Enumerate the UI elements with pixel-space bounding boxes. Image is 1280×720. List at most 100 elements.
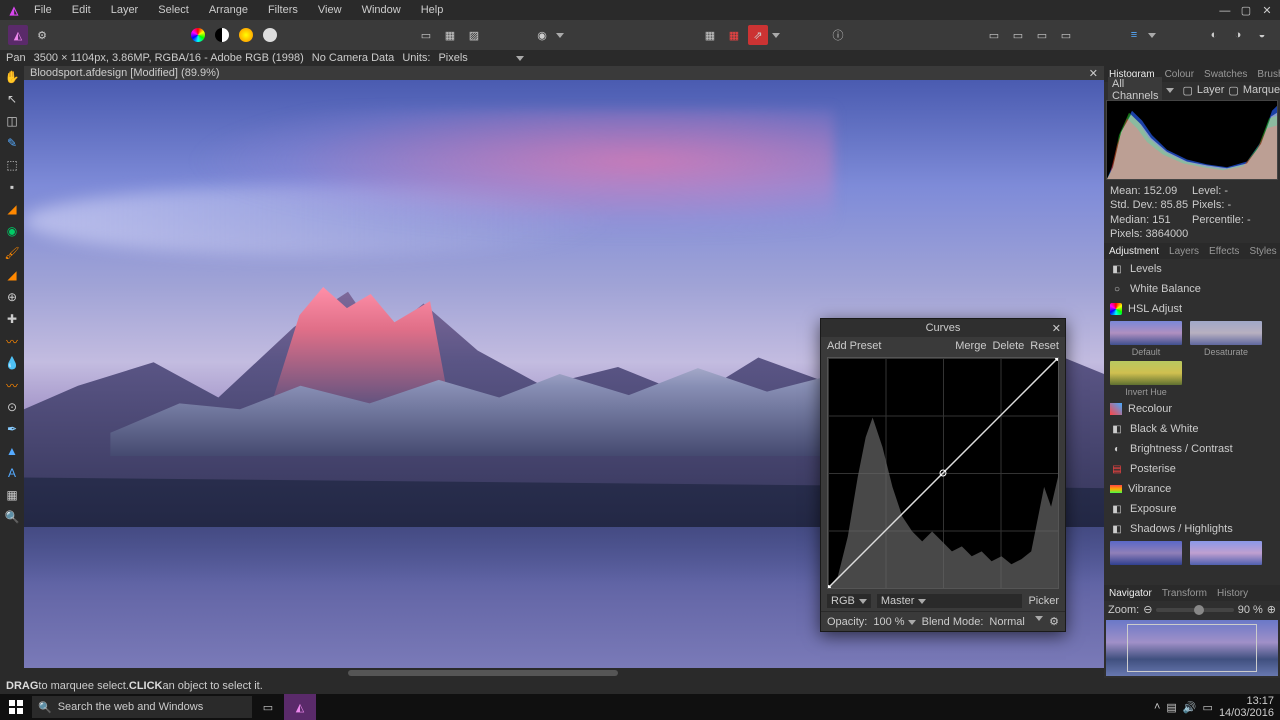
menu-file[interactable]: File [24, 4, 62, 16]
sel-rect-icon[interactable]: ▭ [416, 25, 436, 45]
units-value[interactable]: Pixels [438, 52, 467, 64]
gear-icon[interactable]: ⚙ [1049, 615, 1059, 628]
arrange1-icon[interactable]: ▭ [984, 25, 1004, 45]
curves-graph[interactable] [827, 357, 1059, 589]
curves-delete[interactable]: Delete [992, 340, 1024, 352]
tool-dodge[interactable]: 〰 [3, 332, 21, 350]
tab-navigator[interactable]: Navigator [1104, 588, 1157, 599]
tray-vol-icon[interactable]: 🔊 [1183, 701, 1197, 714]
tool-erase[interactable]: ◢ [3, 266, 21, 284]
dropdown-icon[interactable] [1148, 33, 1156, 38]
snap3-icon[interactable]: ⇗ [748, 25, 768, 45]
tool-mesh[interactable]: ▦ [3, 486, 21, 504]
tab-adjustment[interactable]: Adjustment [1104, 246, 1164, 257]
dropdown-icon[interactable] [772, 33, 780, 38]
taskbar-clock[interactable]: 13:17 14/03/2016 [1219, 695, 1274, 719]
menu-edit[interactable]: Edit [62, 4, 101, 16]
opt-marquee[interactable]: Marquee [1243, 84, 1280, 96]
snap2-icon[interactable]: ▦ [724, 25, 744, 45]
tool-crop[interactable]: ◫ [3, 112, 21, 130]
curves-add-preset[interactable]: Add Preset [827, 340, 881, 352]
window-max-icon[interactable]: ▢ [1237, 4, 1255, 17]
tab-close-icon[interactable]: ✕ [1089, 67, 1098, 80]
taskbar-app-affinity[interactable]: ◭ [284, 694, 316, 720]
persona-liquify[interactable]: ⚙ [32, 25, 52, 45]
persona-photo[interactable]: ◭ [8, 25, 28, 45]
adj-levels[interactable]: ◧Levels [1104, 259, 1280, 279]
menu-select[interactable]: Select [148, 4, 199, 16]
curves-dialog[interactable]: Curves ✕ Add Preset Merge Delete Reset R… [820, 318, 1066, 632]
adj-posterise[interactable]: ▤Posterise [1104, 459, 1280, 479]
tab-transform[interactable]: Transform [1157, 588, 1212, 599]
blend-mode-select[interactable]: Normal [989, 616, 1043, 628]
preset-inverthue[interactable]: Invert Hue [1108, 361, 1184, 397]
curves-close-icon[interactable]: ✕ [1052, 322, 1061, 335]
adj-wb[interactable]: ○White Balance [1104, 279, 1280, 299]
dropdown-icon[interactable] [556, 33, 564, 38]
navigator-thumb[interactable] [1106, 620, 1278, 676]
snap1-icon[interactable]: ▦ [700, 25, 720, 45]
curves-titlebar[interactable]: Curves ✕ [821, 319, 1065, 337]
tool-heal[interactable]: ✚ [3, 310, 21, 328]
zoom-value[interactable]: 90 % [1238, 604, 1263, 616]
window-min-icon[interactable]: — [1216, 5, 1234, 17]
preset-default[interactable]: Default [1108, 321, 1184, 357]
bw-icon[interactable] [212, 25, 232, 45]
tool-sponge[interactable]: 〰 [3, 376, 21, 394]
tool-selection-brush[interactable]: ✎ [3, 134, 21, 152]
preset-sh-2[interactable] [1188, 541, 1264, 565]
curves-channel-select[interactable]: RGB [827, 594, 871, 608]
cool-icon[interactable] [260, 25, 280, 45]
zoom-out-icon[interactable]: ⊖ [1143, 603, 1152, 616]
task-view-icon[interactable]: ▭ [252, 694, 284, 720]
curves-merge[interactable]: Merge [955, 340, 986, 352]
curves-master-select[interactable]: Master [877, 594, 1023, 608]
tab-layers[interactable]: Layers [1164, 246, 1204, 257]
start-button[interactable] [0, 694, 32, 720]
color-wheel-icon[interactable] [188, 25, 208, 45]
menu-filters[interactable]: Filters [258, 4, 308, 16]
order1-icon[interactable]: ◐ [1204, 25, 1224, 45]
curves-reset[interactable]: Reset [1030, 340, 1059, 352]
tool-fill[interactable]: ◢ [3, 200, 21, 218]
arrange2-icon[interactable]: ▭ [1008, 25, 1028, 45]
menu-layer[interactable]: Layer [101, 4, 149, 16]
tool-move[interactable]: ↖ [3, 90, 21, 108]
tool-brush[interactable]: 🖌 [3, 244, 21, 262]
tool-flood[interactable]: ▪ [3, 178, 21, 196]
arrange4-icon[interactable]: ▭ [1056, 25, 1076, 45]
order2-icon[interactable]: ◑ [1228, 25, 1248, 45]
menu-arrange[interactable]: Arrange [199, 4, 258, 16]
zoom-in-icon[interactable]: ⊕ [1267, 603, 1276, 616]
menu-help[interactable]: Help [411, 4, 454, 16]
tray-up-icon[interactable]: ˄ [1154, 701, 1160, 713]
tool-clone[interactable]: ⊕ [3, 288, 21, 306]
tab-effects[interactable]: Effects [1204, 246, 1244, 257]
adj-sh[interactable]: ◧Shadows / Highlights [1104, 519, 1280, 539]
zoom-slider[interactable] [1156, 608, 1233, 612]
horizontal-scrollbar[interactable] [24, 668, 1104, 678]
window-close-icon[interactable]: ✕ [1258, 4, 1276, 17]
adj-hsl[interactable]: HSL Adjust [1104, 299, 1280, 319]
adj-bc[interactable]: ◐Brightness / Contrast [1104, 439, 1280, 459]
tab-brushes[interactable]: Brushes [1252, 69, 1280, 80]
tool-redeye[interactable]: ⊙ [3, 398, 21, 416]
sel-sub-icon[interactable]: ▨ [464, 25, 484, 45]
opacity-value[interactable]: 100 % [873, 616, 915, 628]
adj-exposure[interactable]: ◧Exposure [1104, 499, 1280, 519]
adj-vibrance[interactable]: Vibrance [1104, 479, 1280, 499]
assistant-icon[interactable]: ⓘ [828, 25, 848, 45]
arrange3-icon[interactable]: ▭ [1032, 25, 1052, 45]
align-icon[interactable]: ≡ [1124, 25, 1144, 45]
quickmask-icon[interactable]: ◉ [532, 25, 552, 45]
opt-layer[interactable]: Layer [1197, 84, 1225, 96]
adj-recolour[interactable]: Recolour [1104, 399, 1280, 419]
tool-blur[interactable]: 💧 [3, 354, 21, 372]
dropdown-icon[interactable] [516, 56, 524, 61]
tab-history[interactable]: History [1212, 588, 1253, 599]
tool-zoom[interactable]: 🔍 [3, 508, 21, 526]
tray-notif-icon[interactable]: ▭ [1203, 701, 1213, 714]
tab-swatches[interactable]: Swatches [1199, 69, 1252, 80]
tab-styles[interactable]: Styles [1244, 246, 1280, 257]
tray-net-icon[interactable]: ▤ [1166, 701, 1176, 714]
